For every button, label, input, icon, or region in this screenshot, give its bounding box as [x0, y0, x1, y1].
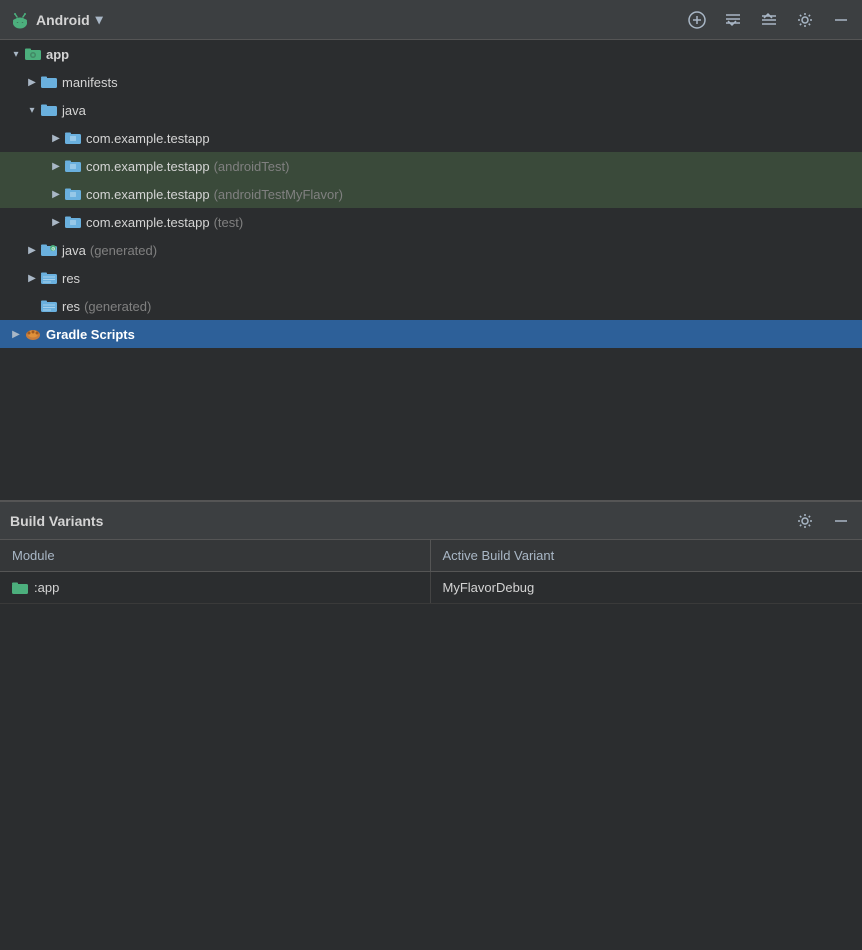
- file-tree: ▾ app ▶ manifests ▾: [0, 40, 862, 500]
- tree-item-pkg2-label: com.example.testapp: [86, 159, 210, 174]
- tree-item-app[interactable]: ▾ app: [0, 40, 862, 68]
- bottom-fill: [0, 604, 862, 950]
- tree-item-pkg3-secondary: (androidTestMyFlavor): [214, 187, 343, 202]
- res-gen-folder-icon: [40, 297, 58, 315]
- collapse-all-icon: [724, 11, 742, 29]
- tree-item-res-gen-secondary: (generated): [84, 299, 151, 314]
- java-gen-folder-icon: ⚙: [40, 241, 58, 259]
- tree-item-manifests[interactable]: ▶ manifests: [0, 68, 862, 96]
- tree-item-pkg1[interactable]: ▶ com.example.testapp: [0, 124, 862, 152]
- tree-item-res-gen[interactable]: ▶ res (generated): [0, 292, 862, 320]
- chevron-pkg1: ▶: [48, 130, 64, 146]
- chevron-gradle: ▶: [8, 326, 24, 342]
- chevron-java: ▾: [24, 102, 40, 118]
- build-variants-table: Module Active Build Variant :app MyFlavor…: [0, 540, 862, 604]
- chevron-pkg3: ▶: [48, 186, 64, 202]
- tree-item-pkg4-label: com.example.testapp: [86, 215, 210, 230]
- package-icon-1: [64, 129, 82, 147]
- toolbar: Android ▾: [0, 0, 862, 40]
- tree-item-pkg2[interactable]: ▶ com.example.testapp (androidTest): [0, 152, 862, 180]
- tree-item-res-label: res: [62, 271, 80, 286]
- variant-cell[interactable]: MyFlavorDebug: [430, 572, 862, 604]
- variant-column-header: Active Build Variant: [430, 540, 862, 572]
- app-folder-icon: [24, 45, 42, 63]
- collapse-button[interactable]: [758, 9, 780, 31]
- add-icon: [688, 11, 706, 29]
- build-table-row[interactable]: :app MyFlavorDebug: [0, 572, 862, 604]
- module-name: :app: [34, 580, 59, 595]
- build-table-header-row: Module Active Build Variant: [0, 540, 862, 572]
- chevron-app: ▾: [8, 46, 24, 62]
- svg-text:⚙: ⚙: [51, 247, 56, 253]
- collapse-icon: [760, 11, 778, 29]
- settings-icon: [796, 11, 814, 29]
- android-icon: [10, 10, 30, 30]
- build-variants-header: Build Variants: [0, 502, 862, 540]
- build-minimize-icon: [832, 512, 850, 530]
- build-variants-minimize-button[interactable]: [830, 510, 852, 532]
- package-icon-4: [64, 213, 82, 231]
- tree-item-gradle-label: Gradle Scripts: [46, 327, 135, 342]
- tree-item-pkg3-label: com.example.testapp: [86, 187, 210, 202]
- tree-item-pkg1-label: com.example.testapp: [86, 131, 210, 146]
- build-variants-actions: [794, 510, 852, 532]
- tree-item-gradle[interactable]: ▶ Gradle Scripts: [0, 320, 862, 348]
- chevron-java-gen: ▶: [24, 242, 40, 258]
- module-folder-icon: [12, 581, 28, 595]
- build-settings-icon: [796, 512, 814, 530]
- tree-item-res-gen-label: res: [62, 299, 80, 314]
- chevron-pkg4: ▶: [48, 214, 64, 230]
- tree-item-pkg4[interactable]: ▶ com.example.testapp (test): [0, 208, 862, 236]
- module-cell: :app: [0, 572, 430, 604]
- build-variants-title: Build Variants: [10, 513, 794, 529]
- build-variants-settings-button[interactable]: [794, 510, 816, 532]
- add-button[interactable]: [686, 9, 708, 31]
- java-folder-icon: [40, 101, 58, 119]
- tree-item-res[interactable]: ▶ res: [0, 264, 862, 292]
- tree-item-java-gen-label: java: [62, 243, 86, 258]
- settings-button[interactable]: [794, 9, 816, 31]
- toolbar-actions: [686, 9, 852, 31]
- toolbar-title: Android ▾: [10, 10, 686, 30]
- package-icon-2: [64, 157, 82, 175]
- tree-item-java-gen-secondary: (generated): [90, 243, 157, 258]
- tree-item-java-label: java: [62, 103, 86, 118]
- toolbar-app-title: Android: [36, 12, 90, 28]
- collapse-all-button[interactable]: [722, 9, 744, 31]
- tree-item-pkg3[interactable]: ▶ com.example.testapp (androidTestMyFlav…: [0, 180, 862, 208]
- chevron-pkg2: ▶: [48, 158, 64, 174]
- toolbar-dropdown-arrow[interactable]: ▾: [96, 11, 103, 28]
- tree-item-pkg4-secondary: (test): [214, 215, 244, 230]
- chevron-res: ▶: [24, 270, 40, 286]
- tree-item-manifests-label: manifests: [62, 75, 118, 90]
- tree-item-java-gen[interactable]: ▶ ⚙ java (generated): [0, 236, 862, 264]
- tree-item-java[interactable]: ▾ java: [0, 96, 862, 124]
- minimize-icon: [832, 11, 850, 29]
- build-variants-panel: Build Variants Module Active Build Varia…: [0, 500, 862, 604]
- gradle-icon: [24, 325, 42, 343]
- tree-item-app-label: app: [46, 47, 69, 62]
- minimize-button[interactable]: [830, 9, 852, 31]
- module-column-header: Module: [0, 540, 430, 572]
- res-folder-icon: [40, 269, 58, 287]
- manifests-folder-icon: [40, 73, 58, 91]
- package-icon-3: [64, 185, 82, 203]
- chevron-manifests: ▶: [24, 74, 40, 90]
- tree-item-pkg2-secondary: (androidTest): [214, 159, 290, 174]
